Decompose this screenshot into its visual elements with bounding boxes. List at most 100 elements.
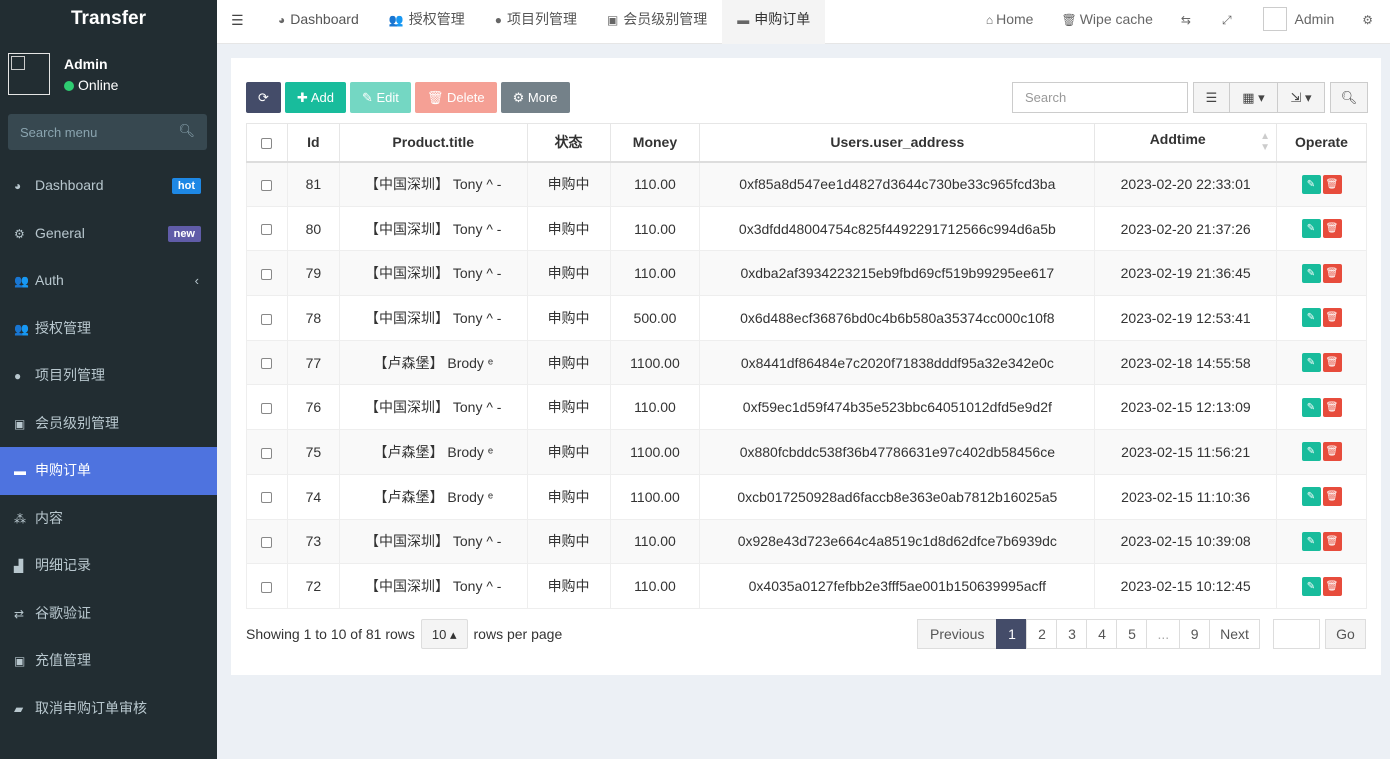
home-link[interactable]: ⌂ Home [972, 0, 1048, 44]
sort-icon[interactable]: ▲ ▼ [1260, 131, 1270, 153]
settings-button[interactable]: ⚙ [1348, 0, 1390, 44]
table-row[interactable]: 81 【中国深圳】 Tony ^ - 申购中 110.00 0xf85a8d547ee1… [246, 161, 1367, 207]
page-link-7[interactable]: 9 [1179, 619, 1211, 649]
tab-0[interactable]: ◕ Dashboard [263, 0, 374, 44]
sidebar-item-4[interactable]: ● 项目列管理 [0, 352, 217, 400]
delete-row-button[interactable]: 🗑︎ [1322, 263, 1342, 283]
goto-page-input[interactable] [1273, 619, 1320, 649]
page-link-4[interactable]: 4 [1086, 619, 1118, 649]
row-checkbox[interactable] [261, 581, 273, 593]
tab-4[interactable]: ▬ 申购订单 [722, 0, 826, 44]
page-link-3[interactable]: 3 [1056, 619, 1088, 649]
refresh-button[interactable]: ⟳ [246, 82, 281, 113]
delete-button[interactable]: 🗑︎ Delete [414, 82, 497, 113]
toggle-view-button[interactable]: ☰ [1193, 82, 1230, 113]
edit-button[interactable]: ✎ Edit [349, 82, 411, 113]
brand-logo[interactable]: Transfer [0, 0, 217, 40]
table-row[interactable]: 74 【卢森堡】 Brody ᵉ 申购中 1100.00 0xcb017250928ad… [246, 473, 1367, 520]
edit-row-button[interactable]: ✎ [1301, 308, 1321, 328]
cell-addtime: 2023-02-18 14:55:58 [1094, 339, 1278, 386]
sidebar-item-6[interactable]: ▬ 申购订单 [0, 447, 217, 495]
export-button[interactable]: ⇲ ▾ [1277, 82, 1325, 113]
row-checkbox[interactable] [261, 358, 273, 370]
sidebar-item-10[interactable]: ▣ 充值管理 [0, 637, 217, 685]
page-link-0[interactable]: Previous [917, 619, 998, 649]
delete-row-button[interactable]: 🗑︎ [1322, 174, 1342, 194]
language-button[interactable]: ⇆ [1167, 0, 1208, 44]
row-checkbox[interactable] [261, 447, 273, 459]
edit-row-button[interactable]: ✎ [1301, 174, 1321, 194]
row-select-cell [246, 429, 288, 475]
sidebar-item-7[interactable]: ⁂ 内容 [0, 495, 217, 543]
search-icon[interactable]: 🔍︎ [178, 123, 195, 139]
page-link-5[interactable]: 5 [1116, 619, 1148, 649]
add-button[interactable]: ✚ Add [285, 82, 346, 113]
edit-row-button[interactable]: ✎ [1301, 576, 1321, 596]
edit-row-button[interactable]: ✎ [1301, 263, 1321, 283]
delete-row-button[interactable]: 🗑︎ [1322, 442, 1342, 462]
ticket-icon: ▰ [14, 701, 24, 716]
edit-row-button[interactable]: ✎ [1301, 397, 1321, 417]
row-checkbox[interactable] [261, 537, 273, 549]
more-button[interactable]: ⚙ More [500, 82, 570, 113]
col-addtime[interactable]: Addtime ▲ ▼ [1094, 123, 1278, 163]
sidebar-item-8[interactable]: ▟ 明细记录 [0, 542, 217, 590]
sidebar-item-1[interactable]: ⚙ General new [0, 210, 217, 258]
delete-row-button[interactable]: 🗑︎ [1322, 308, 1342, 328]
table-row[interactable]: 73 【中国深圳】 Tony ^ - 申购中 110.00 0x928e43d723e6… [246, 518, 1367, 565]
delete-row-button[interactable]: 🗑︎ [1322, 531, 1342, 551]
sidebar-item-9[interactable]: ⇄ 谷歌验证 [0, 590, 217, 638]
table-row[interactable]: 72 【中国深圳】 Tony ^ - 申购中 110.00 0x4035a0127fef… [246, 563, 1367, 609]
edit-row-button[interactable]: ✎ [1301, 487, 1321, 507]
sidebar-item-11[interactable]: ▰ 取消申购订单审核 [0, 685, 217, 733]
fullscreen-button[interactable]: ⤢ [1208, 0, 1249, 44]
delete-row-button[interactable]: 🗑︎ [1322, 219, 1342, 239]
table-row[interactable]: 79 【中国深圳】 Tony ^ - 申购中 110.00 0xdba2af393422… [246, 250, 1367, 297]
admin-menu[interactable]: Admin [1249, 0, 1349, 44]
col-status[interactable]: 状态 [526, 123, 611, 163]
tab-1[interactable]: 👥 授权管理 [374, 0, 480, 44]
sidebar-item-0[interactable]: ◕ Dashboard hot [0, 162, 217, 210]
col-money[interactable]: Money [609, 123, 701, 163]
table-row[interactable]: 76 【中国深圳】 Tony ^ - 申购中 110.00 0xf59ec1d59f47… [246, 384, 1367, 431]
col-product-title[interactable]: Product.title [338, 123, 528, 163]
table-row[interactable]: 77 【卢森堡】 Brody ᵉ 申购中 1100.00 0x8441df86484e7… [246, 339, 1367, 386]
row-checkbox[interactable] [261, 224, 273, 236]
row-checkbox[interactable] [261, 269, 273, 281]
row-checkbox[interactable] [261, 403, 273, 415]
edit-row-button[interactable]: ✎ [1301, 442, 1321, 462]
col-user-address[interactable]: Users.user_address [699, 123, 1096, 163]
delete-row-button[interactable]: 🗑︎ [1322, 576, 1342, 596]
sidebar-toggle-icon[interactable]: ☰ [231, 12, 244, 29]
sidebar-item-3[interactable]: 👥 授权管理 [0, 305, 217, 353]
table-row[interactable]: 78 【中国深圳】 Tony ^ - 申购中 500.00 0x6d488ecf3687… [246, 295, 1367, 341]
page-link-8[interactable]: Next [1209, 619, 1260, 649]
delete-row-button[interactable]: 🗑︎ [1322, 397, 1342, 417]
page-link-2[interactable]: 2 [1026, 619, 1058, 649]
row-checkbox[interactable] [261, 492, 273, 504]
row-checkbox[interactable] [261, 179, 273, 191]
table-search-input[interactable] [1012, 82, 1188, 113]
sidebar-item-2[interactable]: 👥 Auth ‹ [0, 257, 217, 305]
edit-row-button[interactable]: ✎ [1301, 531, 1321, 551]
go-button[interactable]: Go [1325, 619, 1366, 649]
edit-row-button[interactable]: ✎ [1301, 353, 1321, 373]
delete-row-button[interactable]: 🗑︎ [1322, 487, 1342, 507]
table-row[interactable]: 80 【中国深圳】 Tony ^ - 申购中 110.00 0x3dfdd4800475… [246, 205, 1367, 252]
columns-button[interactable]: ▦ ▾ [1229, 82, 1278, 113]
select-all-checkbox[interactable] [261, 138, 273, 150]
page-link-1[interactable]: 1 [996, 619, 1028, 649]
page-size-select[interactable]: 10 ▴ [420, 619, 468, 649]
tab-3[interactable]: ▣ 会员级别管理 [592, 0, 722, 44]
tab-2[interactable]: ● 项目列管理 [480, 0, 592, 44]
chevron-left-icon[interactable]: ‹ [195, 257, 199, 305]
edit-row-button[interactable]: ✎ [1301, 219, 1321, 239]
table-row[interactable]: 75 【卢森堡】 Brody ᵉ 申购中 1100.00 0x880fcbddc538f… [246, 429, 1367, 475]
col-id[interactable]: Id [286, 123, 340, 163]
delete-row-button[interactable]: 🗑︎ [1322, 353, 1342, 373]
advanced-search-button[interactable]: 🔍︎ [1330, 82, 1368, 113]
wipe-cache-link[interactable]: 🗑︎ Wipe cache [1047, 0, 1166, 44]
sidebar-item-5[interactable]: ▣ 会员级别管理 [0, 400, 217, 448]
row-checkbox[interactable] [261, 313, 273, 325]
search-menu-input[interactable] [8, 114, 207, 150]
